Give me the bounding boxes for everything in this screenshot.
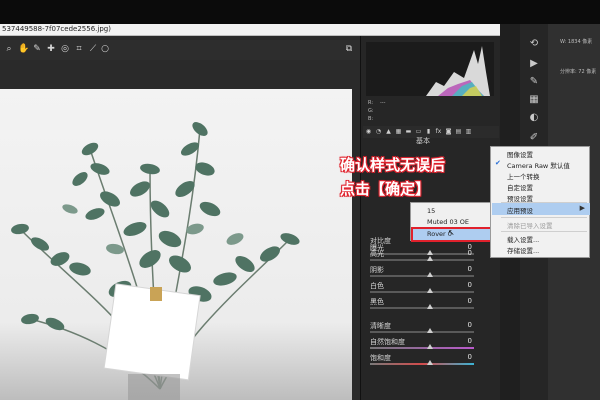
checkmark-icon: ✔ <box>495 159 501 167</box>
tab-basic-icon[interactable]: ◉ <box>365 128 372 136</box>
eyedropper-icon[interactable]: ✎ <box>528 76 540 88</box>
tab-tone-curve-icon[interactable]: ◔ <box>375 128 382 136</box>
info-resolution: 分辨率: 72 像素 <box>560 69 597 75</box>
brush-icon[interactable]: ✐ <box>528 132 540 144</box>
info-width: W: 1834 像素 <box>560 39 593 45</box>
submenu-item[interactable]: Muted 03 OE <box>427 218 469 226</box>
panel-tabs: ◉ ◔ ▲ ▦ ▬ ▭ ▮ fx ◙ ▤ ▥ <box>363 126 499 138</box>
slider-thumb[interactable] <box>427 288 433 293</box>
white-balance-icon[interactable]: ✎ <box>32 43 42 55</box>
camera-raw-window: 537449588-7f07cede2556.jpg) ⌕ ✋ ✎ ✚ ◎ ⌗ … <box>0 0 600 400</box>
slider-value[interactable]: 0 <box>468 297 472 305</box>
slider-thumb[interactable] <box>427 328 433 333</box>
tool-bar: ⌕ ✋ ✎ ✚ ◎ ⌗ ⟋ ○ ⧉ <box>0 40 360 60</box>
menu-item-apply-preset[interactable]: 应用预设 <box>507 205 533 215</box>
menu-item-custom-settings[interactable]: 自定设置 <box>507 182 533 192</box>
chevron-right-icon: ▶ <box>579 204 585 212</box>
slider-value[interactable]: 0 <box>468 249 472 257</box>
slider-highlights[interactable]: 高光 0 <box>370 249 490 264</box>
submenu-item[interactable]: 15 <box>427 207 435 215</box>
slider-value[interactable]: 0 <box>468 265 472 273</box>
slider-label: 阴影 <box>370 266 384 274</box>
panel-title: 基本 <box>416 137 430 145</box>
slider-label: 饱和度 <box>370 354 391 362</box>
slider-thumb[interactable] <box>427 304 433 309</box>
adjustments-icon[interactable]: ◐ <box>528 112 540 124</box>
slider-thumb[interactable] <box>427 256 433 261</box>
instruction-caption: 确认样式无误后 点击【确定】 <box>340 154 480 204</box>
target-adjust-icon[interactable]: ◎ <box>60 43 70 55</box>
slider-label: 清晰度 <box>370 322 391 330</box>
image-preview[interactable] <box>0 89 352 400</box>
slider-blacks[interactable]: 黑色 0 <box>370 297 490 312</box>
menu-item-save-settings[interactable]: 存储设置... <box>507 245 539 255</box>
tab-detail-icon[interactable]: ▲ <box>385 128 392 136</box>
tab-fx-icon[interactable]: fx <box>435 128 442 136</box>
tab-hsl-icon[interactable]: ▦ <box>395 128 402 136</box>
slider-label: 对比度 <box>370 237 391 245</box>
menu-item-image-settings[interactable]: 图像设置 <box>507 149 533 159</box>
top-strip <box>0 0 600 24</box>
caption-line-1: 确认样式无误后 <box>340 156 446 174</box>
slider-thumb[interactable] <box>427 272 433 277</box>
slider-whites[interactable]: 白色 0 <box>370 281 490 296</box>
play-icon[interactable]: ▶ <box>528 58 540 70</box>
slider-saturation[interactable]: 饱和度 0 <box>370 353 490 368</box>
slider-track[interactable] <box>370 259 474 261</box>
document-title-bar: 537449588-7f07cede2556.jpg) <box>0 24 512 36</box>
slider-track[interactable] <box>370 291 474 293</box>
menu-item-camera-raw-defaults[interactable]: Camera Raw 默认值 <box>507 160 570 170</box>
slider-track[interactable] <box>370 307 474 309</box>
menu-separator <box>501 217 587 218</box>
tab-lens-icon[interactable]: ▭ <box>415 128 422 136</box>
history-icon[interactable]: ⟲ <box>528 38 540 50</box>
slider-track[interactable] <box>370 331 474 333</box>
slider-value[interactable]: 0 <box>468 337 472 345</box>
menu-item-previous-conversion[interactable]: 上一个转换 <box>507 171 540 181</box>
menu-item-load-settings[interactable]: 载入设置... <box>507 234 539 244</box>
straighten-icon[interactable]: ⟋ <box>88 43 98 55</box>
tab-split-tone-icon[interactable]: ▬ <box>405 128 412 136</box>
histogram <box>366 42 494 96</box>
readout-g: G: <box>368 108 374 114</box>
menu-separator <box>501 202 587 203</box>
menu-item-clear-imported: 清除已导入设置 <box>507 222 553 230</box>
slider-vibrance[interactable]: 自然饱和度 0 <box>370 337 490 352</box>
slider-value[interactable]: 0 <box>468 281 472 289</box>
readout-b: B: <box>368 116 374 122</box>
slider-track[interactable] <box>370 275 474 277</box>
slider-track[interactable] <box>370 347 474 349</box>
tab-snapshots-icon[interactable]: ▥ <box>465 128 472 136</box>
slider-clarity[interactable]: 清晰度 0 <box>370 321 490 336</box>
slider-label: 白色 <box>370 282 384 290</box>
slider-value[interactable]: 0 <box>468 353 472 361</box>
tab-presets-icon[interactable]: ▤ <box>455 128 462 136</box>
open-preferences-icon[interactable]: ⧉ <box>344 43 354 55</box>
slider-track[interactable] <box>370 363 474 365</box>
color-sampler-icon[interactable]: ✚ <box>46 43 56 55</box>
slider-label: 黑色 <box>370 298 384 306</box>
slider-thumb[interactable] <box>427 344 433 349</box>
mouse-cursor-icon: ↖ <box>448 228 455 237</box>
readout-dash: --- <box>380 100 386 106</box>
hand-icon[interactable]: ✋ <box>18 43 29 55</box>
settings-menu: ✔ 图像设置 Camera Raw 默认值 上一个转换 自定设置 预设设置 应用… <box>490 146 590 258</box>
eucalyptus-photo <box>0 89 352 400</box>
zoom-icon[interactable]: ⌕ <box>4 43 14 55</box>
slider-thumb[interactable] <box>427 360 433 365</box>
crop-icon[interactable]: ⌗ <box>74 43 84 55</box>
spot-removal-icon[interactable]: ○ <box>100 43 110 55</box>
tab-effects-icon[interactable]: ▮ <box>425 128 432 136</box>
slider-label: 高光 <box>370 250 384 258</box>
caption-line-2: 点击【确定】 <box>340 180 431 198</box>
slider-shadows[interactable]: 阴影 0 <box>370 265 490 280</box>
swatches-icon[interactable]: ▦ <box>528 94 540 106</box>
slider-value[interactable]: 0 <box>468 321 472 329</box>
slider-label: 自然饱和度 <box>370 338 405 346</box>
tab-camera-calibration-icon[interactable]: ◙ <box>445 128 452 136</box>
menu-separator <box>501 231 587 232</box>
readout-r: R: <box>368 100 374 106</box>
document-title: 537449588-7f07cede2556.jpg) <box>2 25 111 33</box>
